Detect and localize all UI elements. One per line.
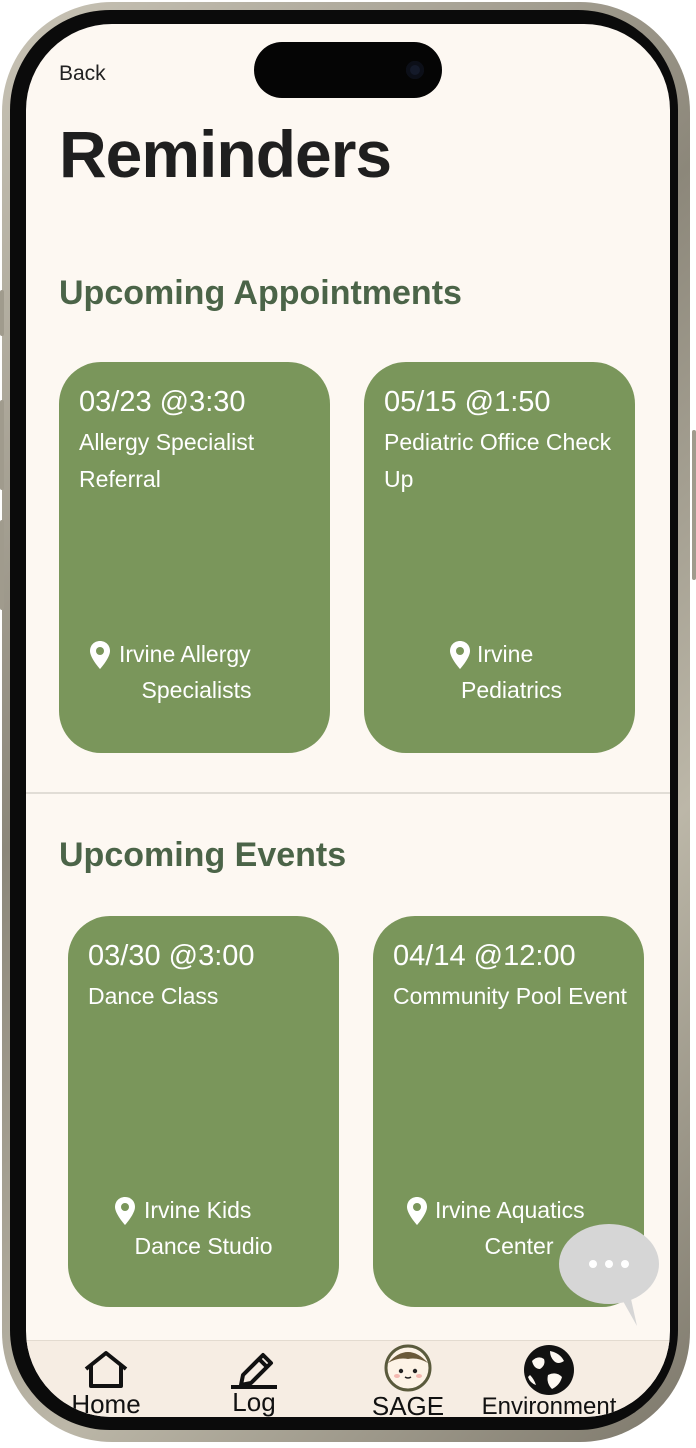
card-location-line1: Irvine Allergy	[119, 641, 251, 667]
appointment-card[interactable]: 03/23 @3:30 Allergy Specialist Referral …	[59, 362, 330, 753]
appointment-card[interactable]: 05/15 @1:50 Pediatric Office Check Up Ir…	[364, 362, 635, 753]
sage-face-icon	[383, 1343, 433, 1398]
card-title: Pediatric Office Check Up	[384, 429, 612, 492]
card-date: 03/30 @3:00	[88, 940, 255, 972]
camera-icon	[406, 61, 424, 79]
tab-home[interactable]: Home	[56, 1341, 156, 1417]
card-date: 03/23 @3:30	[79, 386, 246, 418]
chat-bubble-icon	[559, 1224, 659, 1326]
tab-log[interactable]: Log	[204, 1341, 304, 1417]
section-divider	[26, 792, 670, 794]
page-title: Reminders	[59, 117, 392, 191]
card-date: 04/14 @12:00	[393, 940, 576, 972]
chat-bubble-button[interactable]	[559, 1224, 661, 1328]
card-location-line2: Pediatrics	[461, 677, 562, 703]
home-icon	[82, 1349, 130, 1394]
appointments-section-title: Upcoming Appointments	[59, 274, 462, 312]
screen: Back Reminders Upcoming Appointments 03/…	[26, 24, 670, 1417]
card-title: Allergy Specialist Referral	[79, 429, 255, 492]
phone-side-button	[0, 400, 4, 490]
tab-label: Home	[71, 1389, 141, 1417]
phone-side-button	[692, 430, 696, 580]
event-card[interactable]: 03/30 @3:00 Dance Class Irvine Kids Danc…	[68, 916, 339, 1307]
tab-label: SAGE	[371, 1391, 445, 1417]
tab-label: Log	[232, 1387, 276, 1417]
card-location-line1: Irvine Kids	[144, 1197, 252, 1223]
dynamic-island	[254, 42, 442, 98]
card-location-line1: Irvine	[477, 641, 534, 667]
card-location-line1: Irvine Aquatics	[435, 1197, 585, 1223]
card-date: 05/15 @1:50	[384, 386, 551, 418]
card-location-line2: Dance Studio	[134, 1233, 273, 1259]
tab-sage[interactable]: SAGE	[358, 1341, 458, 1417]
card-title: Dance Class	[88, 983, 219, 1009]
tab-bar: Home Log SAGE Environment	[26, 1340, 670, 1417]
events-section-title: Upcoming Events	[59, 836, 347, 874]
phone-side-button	[0, 290, 4, 336]
tab-environment[interactable]: Environment	[476, 1341, 622, 1417]
card-location-line2: Specialists	[141, 677, 252, 703]
card-title: Community Pool Event	[393, 983, 627, 1009]
phone-side-button	[0, 520, 4, 610]
tab-label: Environment	[481, 1393, 617, 1417]
back-button[interactable]: Back	[59, 62, 106, 86]
